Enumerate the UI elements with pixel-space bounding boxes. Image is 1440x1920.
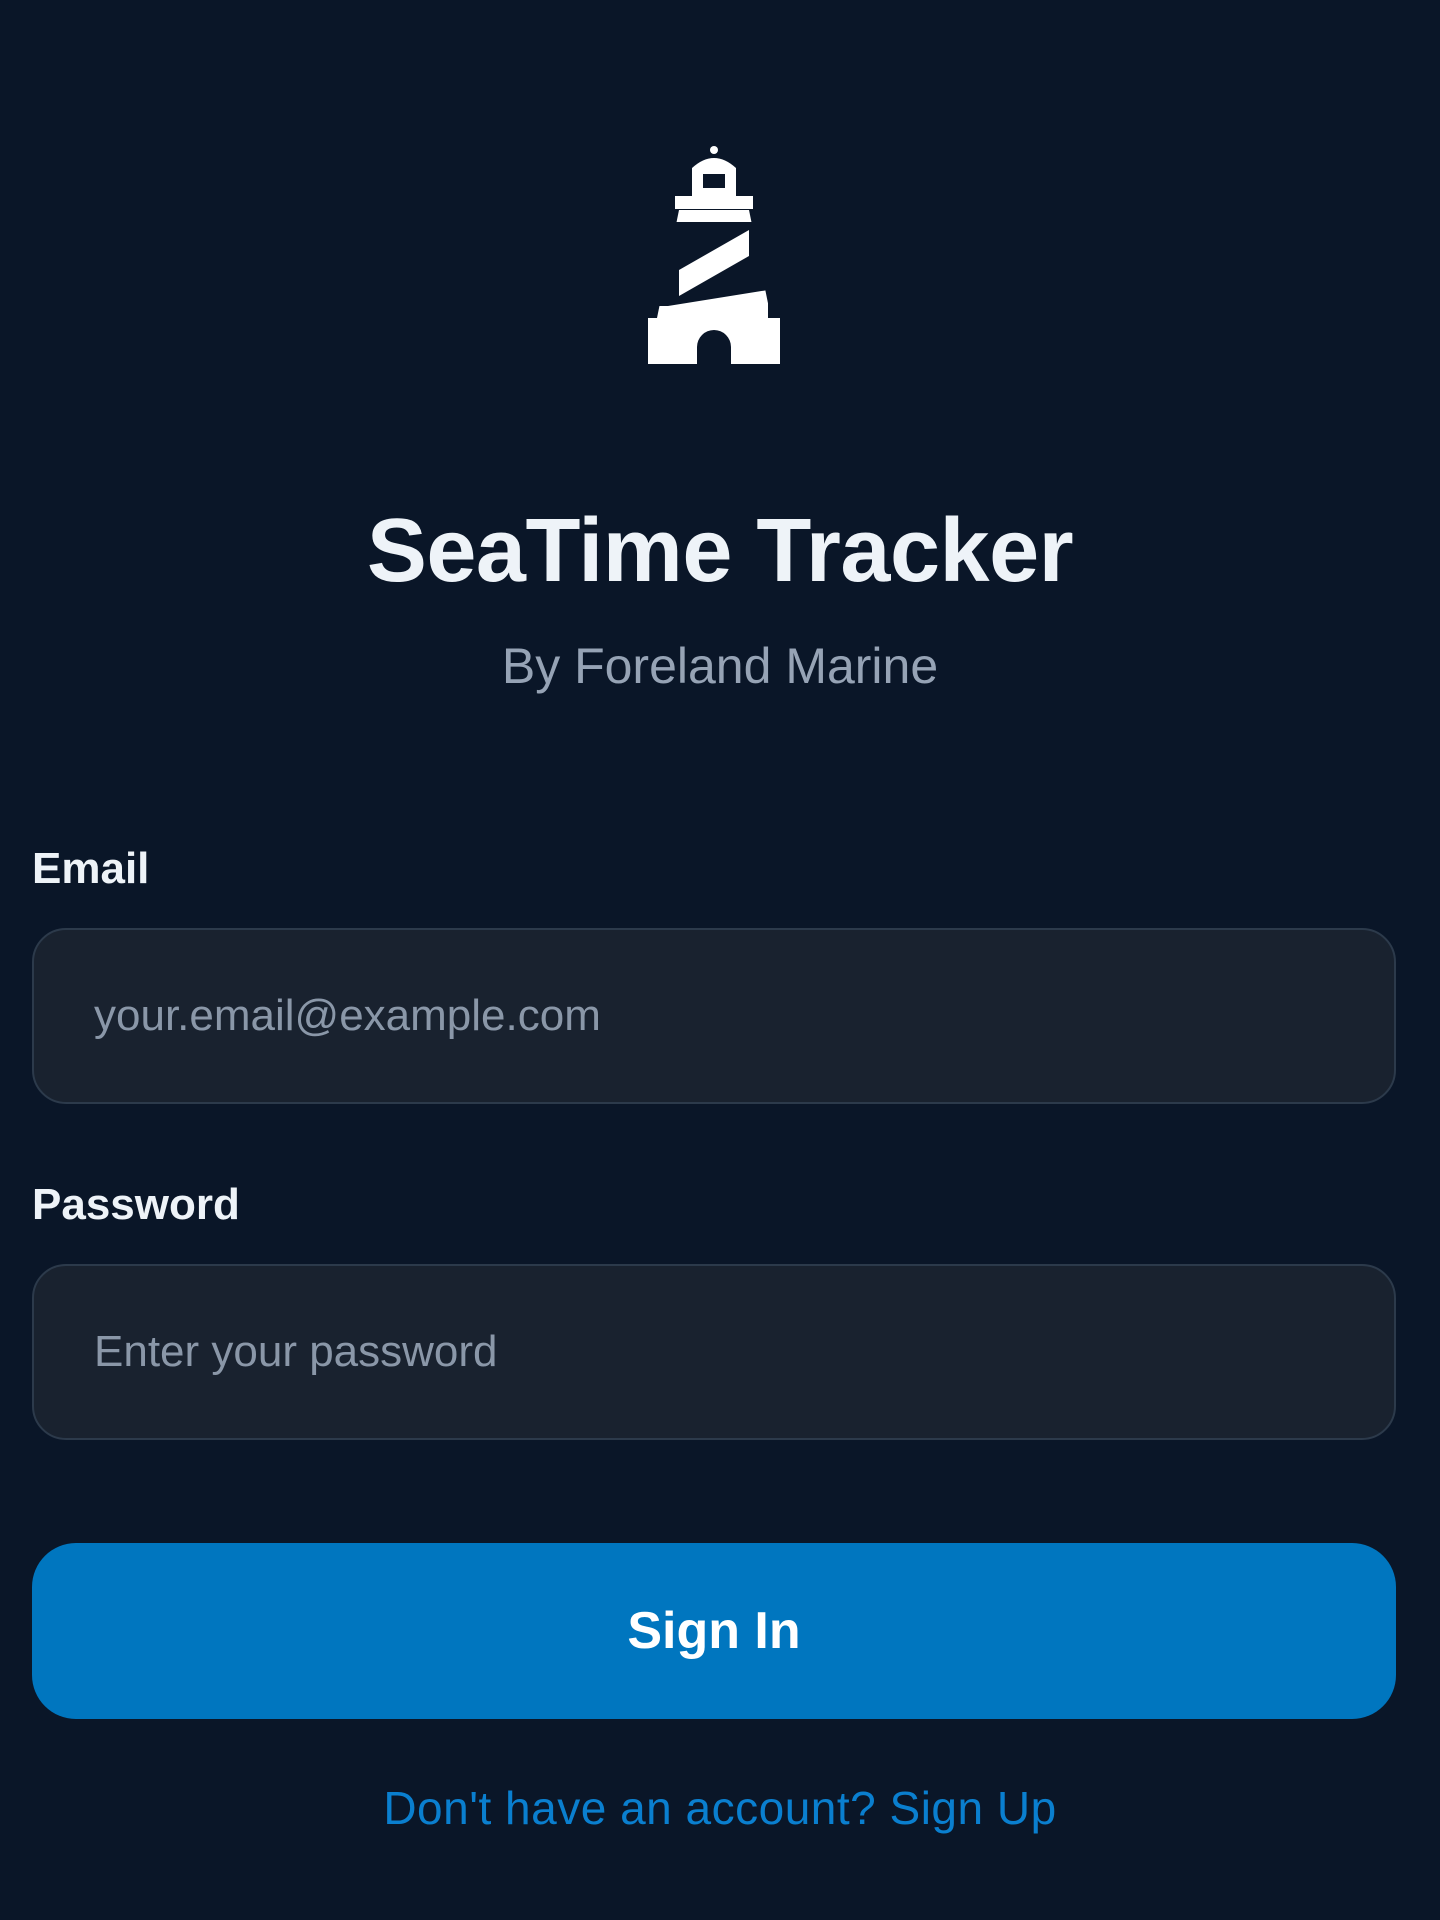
app-title: SeaTime Tracker: [366, 501, 1074, 601]
email-label: Email: [32, 844, 150, 893]
email-input[interactable]: [32, 928, 1396, 1104]
sign-up-link[interactable]: Don't have an account? Sign Up: [0, 1780, 1440, 1836]
lighthouse-icon: [648, 146, 780, 364]
sign-in-button[interactable]: Sign In: [32, 1543, 1396, 1719]
login-screen: SeaTime Tracker By Foreland Marine Email…: [0, 0, 1440, 1920]
app-subtitle: By Foreland Marine: [501, 638, 939, 694]
password-label: Password: [32, 1180, 240, 1229]
password-input[interactable]: [32, 1264, 1396, 1440]
